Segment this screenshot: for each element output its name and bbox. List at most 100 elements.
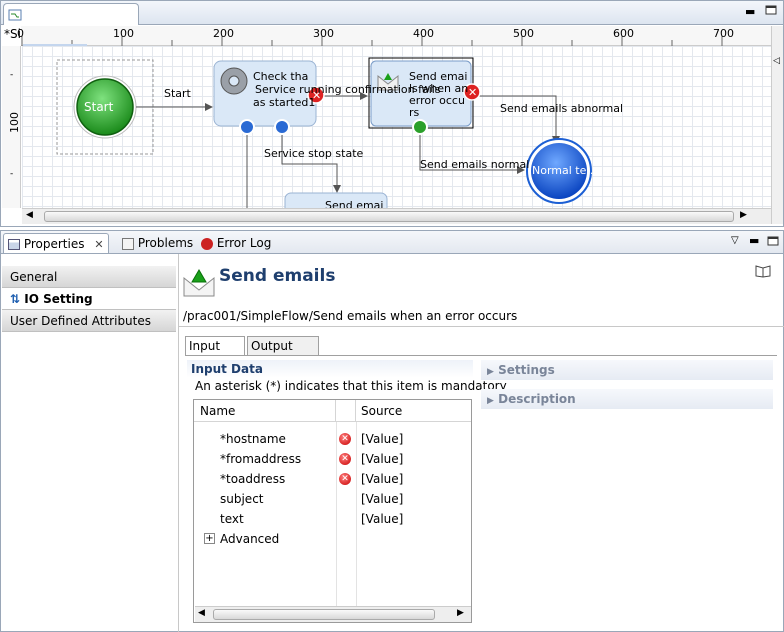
send-email-icon — [183, 266, 215, 301]
problems-icon — [122, 237, 134, 250]
scroll-left-icon[interactable]: ◀ — [198, 608, 205, 618]
tab-problems-label: Problems — [137, 236, 194, 250]
table-row[interactable]: *hostname ✕ [Value] — [194, 429, 471, 449]
input-data-title: Input Data — [191, 362, 263, 376]
view-menu-icon[interactable]: ▽ — [731, 235, 739, 246]
maximize-icon[interactable] — [767, 235, 779, 250]
category-io-setting[interactable]: ⇅ IO Setting — [2, 288, 176, 310]
column-header-source[interactable]: Source — [356, 400, 471, 422]
ruler-mark: 200 — [213, 27, 234, 40]
tab-error-log-label: Error Log — [216, 236, 272, 250]
row-name: *hostname — [220, 432, 286, 446]
table-row[interactable]: text [Value] — [194, 509, 471, 529]
check-node-label-2[interactable]: as started1 — [253, 96, 315, 109]
property-details: Send emails /prac001/SimpleFlow/Send ema… — [178, 254, 784, 632]
tab-error-log[interactable]: Error Log — [197, 233, 275, 253]
category-user-defined-attributes[interactable]: User Defined Attributes — [2, 310, 176, 332]
row-name: *toaddress — [220, 472, 286, 486]
ruler-mark: 400 — [413, 27, 434, 40]
ruler-mark: 100 — [8, 112, 21, 133]
error-icon: ✕ — [339, 473, 351, 485]
selection-title: Send emails — [219, 266, 336, 286]
tab-output-data[interactable]: Output Data — [247, 336, 319, 372]
svg-text:✕: ✕ — [468, 86, 477, 99]
row-source[interactable]: [Value] — [361, 469, 403, 489]
error-icon: ✕ — [339, 433, 351, 445]
table-horizontal-scrollbar[interactable]: ◀ ▶ — [195, 606, 471, 622]
edge-label-start[interactable]: Start — [164, 87, 191, 100]
edge-label-stop-state[interactable]: Service stop state — [264, 147, 363, 160]
mandatory-note: An asterisk (*) indicates that this item… — [195, 379, 507, 393]
table-row[interactable]: *toaddress ✕ [Value] — [194, 469, 471, 489]
edge-label-normal[interactable]: Send emails normal — [420, 158, 529, 171]
views-tab-bar: Properties ✕ Problems Error Log ▽ ▬ — [0, 230, 784, 254]
flow-editor: *SimpleFlow.xpdl✕ ▬ 0 100 200 300 400 50… — [0, 0, 784, 227]
start-node-label[interactable]: Start — [84, 100, 113, 114]
row-name: subject — [220, 492, 264, 506]
horizontal-ruler: 0 100 200 300 400 500 600 700 — [17, 26, 771, 47]
tab-problems[interactable]: Problems — [118, 233, 197, 253]
editor-tab-simpleflow[interactable]: *SimpleFlow.xpdl✕ — [3, 3, 139, 41]
scroll-right-icon[interactable]: ▶ — [457, 608, 464, 618]
ruler-mark: 300 — [313, 27, 334, 40]
ruler-mark: 100 — [113, 27, 134, 40]
vertical-ruler: 100 - - — [2, 46, 21, 208]
chevron-left-icon[interactable]: ◁ — [773, 56, 780, 66]
table-row-advanced[interactable]: + Advanced — [194, 529, 471, 549]
flow-file-icon — [8, 8, 22, 22]
section-settings-label: Settings — [498, 363, 555, 377]
scroll-right-icon[interactable]: ▶ — [740, 210, 747, 220]
tab-properties[interactable]: Properties ✕ — [3, 233, 109, 253]
row-name: text — [220, 512, 244, 526]
scroll-left-icon[interactable]: ◀ — [26, 210, 33, 220]
error-icon: ✕ — [339, 453, 351, 465]
tab-properties-label: Properties — [23, 237, 85, 251]
property-categories: General ⇅ IO Setting User Defined Attrib… — [2, 266, 176, 332]
ruler-mark: 600 — [613, 27, 634, 40]
section-description-label: Description — [498, 392, 576, 406]
diagram-canvas[interactable]: ✕ ✕ Start Check tha as started1 Service … — [22, 46, 771, 208]
check-node-label-1[interactable]: Check tha — [253, 70, 308, 83]
minimize-icon[interactable]: ▬ — [745, 5, 755, 18]
input-data-table[interactable]: Name Source *hostname ✕ [Value] *fromadd… — [193, 399, 472, 623]
chevron-right-icon: ▶ — [487, 396, 494, 406]
editor-tab-bar: *SimpleFlow.xpdl✕ ▬ — [1, 1, 783, 41]
row-source[interactable]: [Value] — [361, 449, 403, 469]
row-name: *fromaddress — [220, 452, 302, 466]
editor-horizontal-scrollbar[interactable]: ◀ ▶ — [22, 208, 771, 224]
chevron-right-icon: ▶ — [487, 367, 494, 377]
row-source[interactable]: [Value] — [361, 429, 403, 449]
row-source[interactable]: [Value] — [361, 509, 403, 529]
element-path: /prac001/SimpleFlow/Send emails when an … — [183, 309, 518, 323]
edge-label-abnormal[interactable]: Send emails abnormal — [500, 102, 623, 115]
maximize-icon[interactable] — [765, 4, 777, 19]
properties-icon — [8, 239, 20, 250]
table-row[interactable]: subject [Value] — [194, 489, 471, 509]
row-name: Advanced — [220, 532, 280, 546]
scroll-thumb[interactable] — [44, 211, 734, 222]
column-header-name[interactable]: Name — [194, 400, 336, 422]
expand-icon[interactable]: + — [204, 533, 215, 544]
category-general[interactable]: General — [2, 266, 176, 288]
divider — [179, 326, 784, 327]
send-node-label-4[interactable]: rs — [409, 106, 419, 119]
palette-toggle[interactable]: ◁ — [771, 26, 783, 224]
end-node-label[interactable]: Normal te... — [532, 164, 597, 177]
ruler-mark: 500 — [513, 27, 534, 40]
properties-view: General ⇅ IO Setting User Defined Attrib… — [0, 254, 784, 632]
row-source[interactable]: [Value] — [361, 489, 403, 509]
scroll-thumb[interactable] — [213, 609, 435, 620]
section-settings[interactable]: ▶ Settings — [481, 360, 773, 380]
close-icon[interactable]: ✕ — [94, 238, 103, 251]
table-row[interactable]: *fromaddress ✕ [Value] — [194, 449, 471, 469]
minimize-icon[interactable]: ▬ — [749, 234, 759, 247]
category-io-setting-label: IO Setting — [24, 292, 93, 306]
column-header-status[interactable] — [336, 400, 356, 422]
io-setting-icon: ⇅ — [10, 292, 21, 306]
section-description[interactable]: ▶ Description — [481, 389, 773, 409]
tab-input-data[interactable]: Input Data — [185, 336, 245, 372]
help-book-icon[interactable] — [755, 264, 771, 281]
title-area: Send emails — [179, 254, 784, 302]
bottom-node-label[interactable]: Send emai — [325, 199, 383, 208]
ruler-mark: 700 — [713, 27, 734, 40]
